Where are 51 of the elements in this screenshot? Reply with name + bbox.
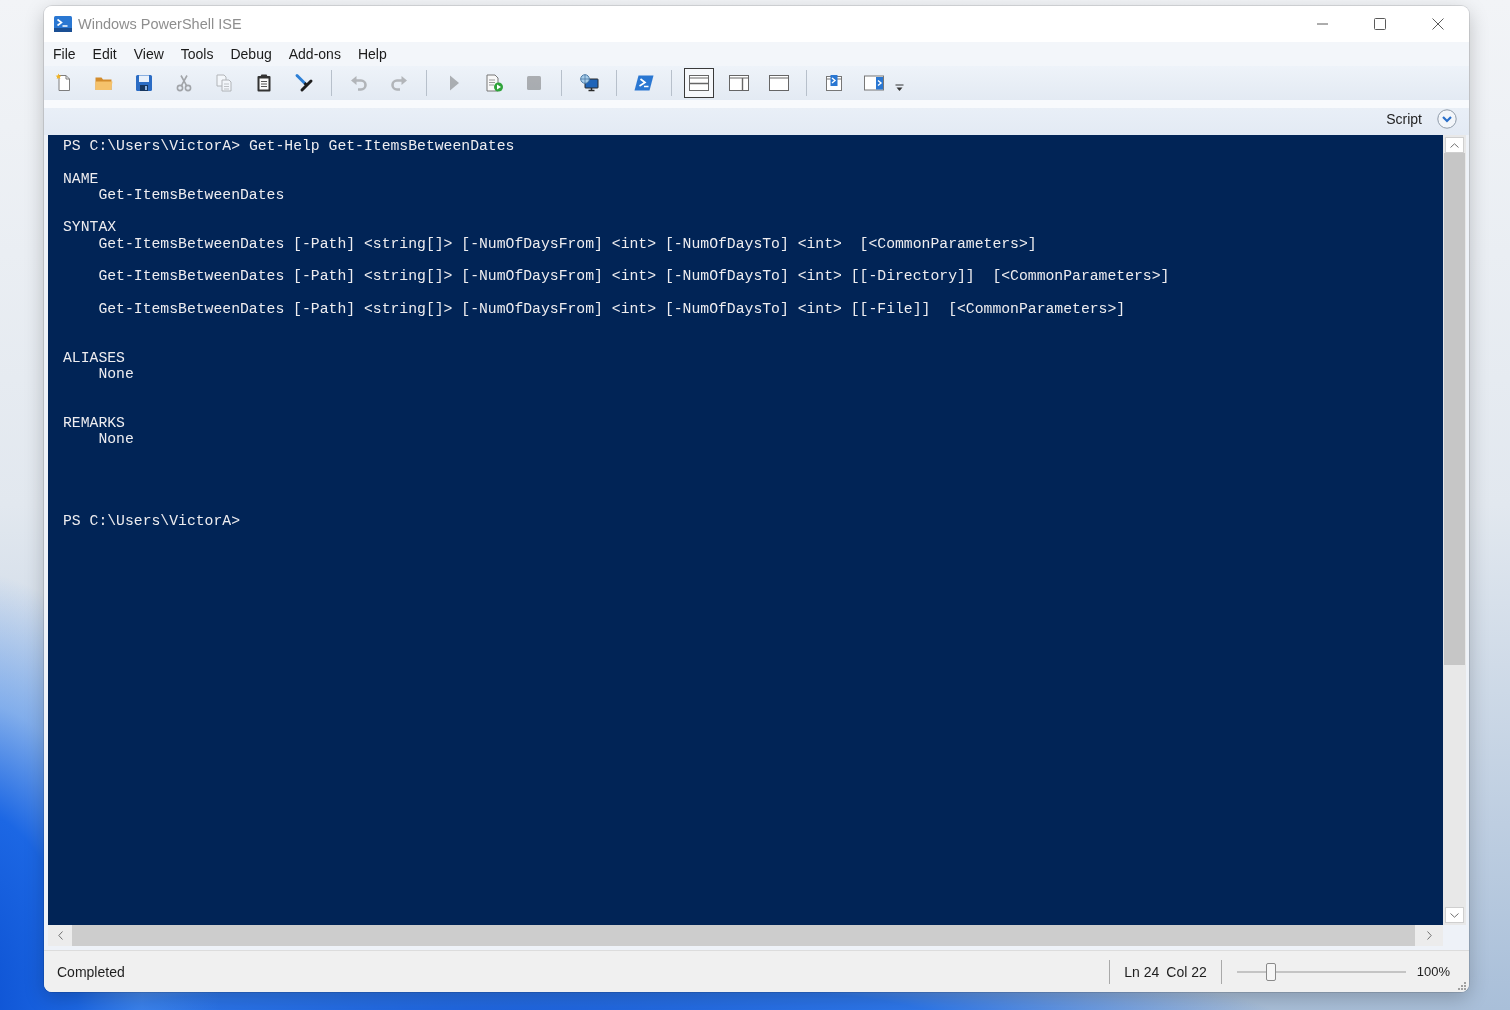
menu-item[interactable]: View: [125, 43, 173, 65]
zoom-percent-text: 100%: [1416, 964, 1450, 979]
console-line: ALIASES: [63, 349, 125, 367]
slider-thumb[interactable]: [1265, 962, 1276, 981]
console-line: NAME: [63, 170, 99, 187]
window-title: Windows PowerShell ISE: [78, 16, 242, 32]
chevron-down-icon: [1437, 109, 1457, 129]
resize-grip-icon[interactable]: [1458, 982, 1466, 990]
chevron-down-icon: [1450, 912, 1459, 918]
console-line: Get-ItemsBetweenDates [-Path] <string[]> [-NumOfDaysFrom] <int> [-NumOfDaysTo] <int> [[-File]] [<CommonParameters>]: [98, 300, 1126, 318]
scroll-down-button[interactable]: [1445, 907, 1464, 923]
console-line: SYNTAX: [63, 219, 117, 236]
script-toggle-button[interactable]: Script: [1386, 109, 1457, 129]
menu-item[interactable]: Add-ons: [280, 43, 350, 65]
scroll-left-button[interactable]: [48, 925, 72, 946]
terminal-icon[interactable]: [634, 73, 654, 93]
line-number-text: Ln 24: [1124, 963, 1160, 980]
scroll-right-button[interactable]: [1415, 925, 1443, 946]
console-line: Get-ItemsBetweenDates: [98, 186, 285, 204]
menu-item[interactable]: Debug: [221, 43, 281, 65]
chevron-up-icon: [1450, 142, 1459, 148]
scrollbar-thumb[interactable]: [1444, 153, 1465, 665]
console-line: PS C:\Users\VictorA> Get-Help Get-ItemsBetweenDates: [63, 138, 515, 155]
minimize-icon[interactable]: [1316, 23, 1328, 25]
scroll-up-button[interactable]: [1445, 137, 1464, 153]
console-line: None: [98, 366, 134, 383]
console-line: PS C:\Users\VictorA>: [63, 512, 241, 530]
squeegee-icon[interactable]: [294, 73, 314, 93]
console-line: None: [98, 431, 134, 448]
terminal-app-icon: [54, 15, 72, 33]
scrollbar-thumb[interactable]: [72, 925, 1415, 946]
console-line: Get-ItemsBetweenDates [-Path] <string[]> [-NumOfDaysFrom] <int> [-NumOfDaysTo] <int> [<CommonParameters>]: [98, 235, 1037, 253]
document-play-icon[interactable]: [484, 73, 504, 93]
monitor-globe-icon[interactable]: [579, 73, 599, 93]
terminal-sidebar-icon[interactable]: [863, 74, 885, 92]
status-text: Completed: [57, 963, 125, 980]
console-line: REMARKS: [63, 415, 125, 432]
overflow-caret-icon[interactable]: [895, 84, 904, 92]
console-line: Get-ItemsBetweenDates [-Path] <string[]> [-NumOfDaysFrom] <int> [-NumOfDaysTo] <int> [[-Directory]] [<CommonParameters>]: [98, 268, 1170, 285]
vertical-scrollbar[interactable]: [1443, 135, 1466, 925]
terminal-window-icon[interactable]: [824, 73, 844, 93]
menu-item[interactable]: Help: [349, 43, 396, 65]
chevron-left-icon: [57, 931, 63, 940]
close-icon[interactable]: [1432, 18, 1444, 30]
chevron-right-icon: [1426, 931, 1432, 940]
menu-item[interactable]: File: [44, 43, 85, 65]
column-number-text: Col 22: [1166, 963, 1207, 980]
menu-item[interactable]: Edit: [84, 43, 126, 65]
maximize-icon[interactable]: [1374, 18, 1386, 30]
layout-button[interactable]: [684, 68, 714, 98]
menu-item[interactable]: Tools: [172, 43, 222, 65]
